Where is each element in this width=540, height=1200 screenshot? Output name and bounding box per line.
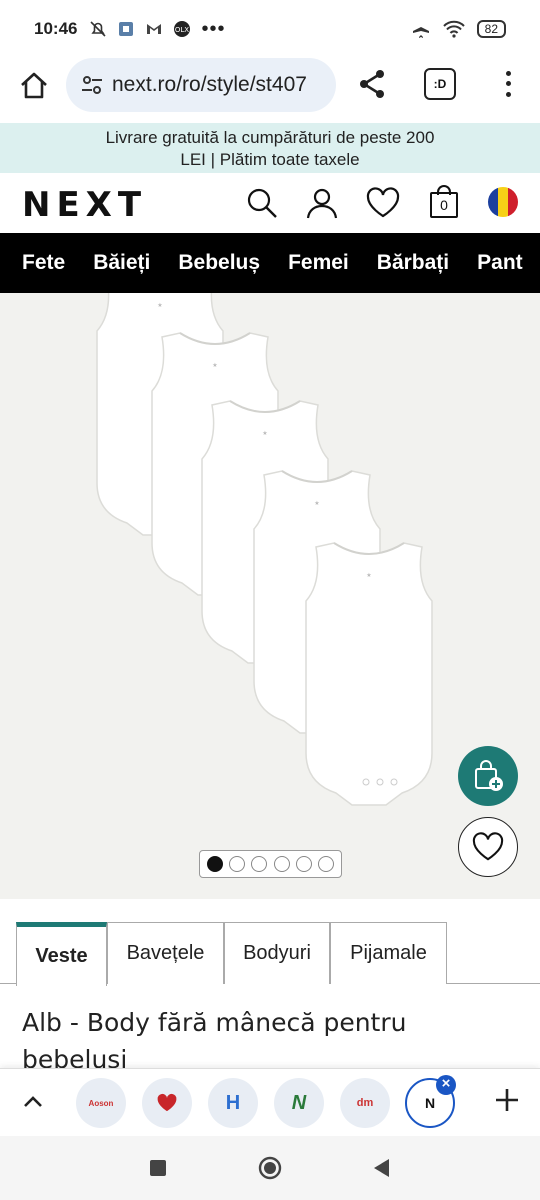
back-button[interactable] xyxy=(372,1158,390,1178)
home-icon[interactable] xyxy=(18,70,50,102)
next-logo[interactable]: NEXT xyxy=(22,185,147,225)
nav-item-barbati[interactable]: Bărbați xyxy=(377,251,449,275)
gmail-icon xyxy=(147,24,162,34)
nav-item-bebelus[interactable]: Bebeluș xyxy=(178,251,260,275)
browser-toolbar: next.ro/ro/style/st407 :D xyxy=(0,58,540,122)
share-icon[interactable] xyxy=(356,68,388,100)
tab-pijamale[interactable]: Pijamale xyxy=(330,922,447,984)
url-text: next.ro/ro/style/st407 xyxy=(112,73,307,96)
status-time: 10:46 xyxy=(34,19,78,38)
gallery-dot[interactable] xyxy=(295,856,312,872)
gallery-dot[interactable] xyxy=(251,856,268,872)
page: 10:46 OLX ••• 82 next.ro/ro/style/st407 … xyxy=(0,0,540,1200)
close-tab-icon[interactable]: × xyxy=(436,1075,456,1095)
search-icon[interactable] xyxy=(246,187,278,219)
tab-favicon-n-green[interactable]: N xyxy=(274,1078,324,1128)
red-heart-icon xyxy=(157,1093,177,1112)
site-header: NEXT 0 xyxy=(0,173,540,233)
gallery-dot[interactable] xyxy=(273,856,290,872)
more-notifications-icon: ••• xyxy=(201,17,226,40)
romania-flag-icon[interactable] xyxy=(488,187,518,217)
svg-text:OLX: OLX xyxy=(175,26,189,34)
browser-menu-button[interactable] xyxy=(496,68,520,100)
product-title: Alb - Body fără mânecă pentru bebelusi xyxy=(22,1008,407,1074)
shopping-bag-add-icon xyxy=(475,760,503,791)
site-settings-icon[interactable] xyxy=(80,73,104,97)
product-type-tabs: Veste Bavețele Bodyuri Pijamale xyxy=(0,920,540,986)
tab-veste[interactable]: Veste xyxy=(16,922,107,986)
wifi-icon xyxy=(442,20,465,38)
bag-count[interactable]: 0 xyxy=(430,192,458,218)
home-button[interactable] xyxy=(257,1155,283,1181)
bell-off-icon xyxy=(90,21,107,37)
account-icon[interactable] xyxy=(306,187,338,219)
nav-item-pantofi[interactable]: Pant xyxy=(477,251,523,275)
heart-icon xyxy=(472,832,504,861)
category-nav: Fete Băieți Bebeluș Femei Bărbați Pant xyxy=(0,233,540,293)
tab-bavetele[interactable]: Bavețele xyxy=(107,922,224,984)
tab-switcher-button[interactable]: :D xyxy=(424,68,456,100)
app-notification-icon xyxy=(119,22,134,36)
tab-favicon-aoson[interactable]: Aoson xyxy=(76,1078,126,1128)
product-image: ★ xyxy=(96,293,433,806)
system-navigation-bar xyxy=(0,1136,540,1200)
nav-item-fete[interactable]: Fete xyxy=(22,251,65,275)
tab-favicon-dm[interactable]: dm xyxy=(340,1078,390,1128)
gallery-dot[interactable] xyxy=(317,856,334,872)
gallery-pagination xyxy=(199,850,342,878)
olx-icon: OLX xyxy=(174,21,191,37)
plus-icon[interactable] xyxy=(494,1087,520,1113)
add-to-favourites-button[interactable] xyxy=(458,817,518,877)
tab-favicon-heart[interactable] xyxy=(142,1078,192,1128)
product-image-gallery[interactable]: ★ xyxy=(0,293,540,899)
status-notification-icons: OLX ••• xyxy=(89,18,225,41)
add-to-bag-button[interactable] xyxy=(458,746,518,806)
gallery-dot[interactable] xyxy=(229,856,246,872)
nav-item-baieti[interactable]: Băieți xyxy=(93,251,150,275)
promo-banner[interactable]: Livrare gratuită la cumpărături de peste… xyxy=(0,123,540,173)
promo-line-2: LEI | Plătim toate taxele xyxy=(180,150,360,169)
recents-button[interactable] xyxy=(150,1160,166,1176)
gallery-dot[interactable] xyxy=(207,856,224,872)
wishlist-heart-icon[interactable] xyxy=(366,187,400,219)
status-bar: 10:46 OLX ••• 82 xyxy=(0,0,540,58)
promo-line-1: Livrare gratuită la cumpărături de peste… xyxy=(105,128,435,147)
tab-favicon-h[interactable]: H xyxy=(208,1078,258,1128)
airplane-mode-icon xyxy=(412,20,429,38)
chevron-up-icon[interactable] xyxy=(22,1091,44,1113)
nav-item-femei[interactable]: Femei xyxy=(288,251,349,275)
tab-bodyuri[interactable]: Bodyuri xyxy=(224,922,330,984)
browser-tab-strip: Aoson H N dm N × xyxy=(0,1068,540,1136)
address-bar[interactable]: next.ro/ro/style/st407 xyxy=(66,58,336,112)
battery-indicator: 82 xyxy=(476,20,506,38)
